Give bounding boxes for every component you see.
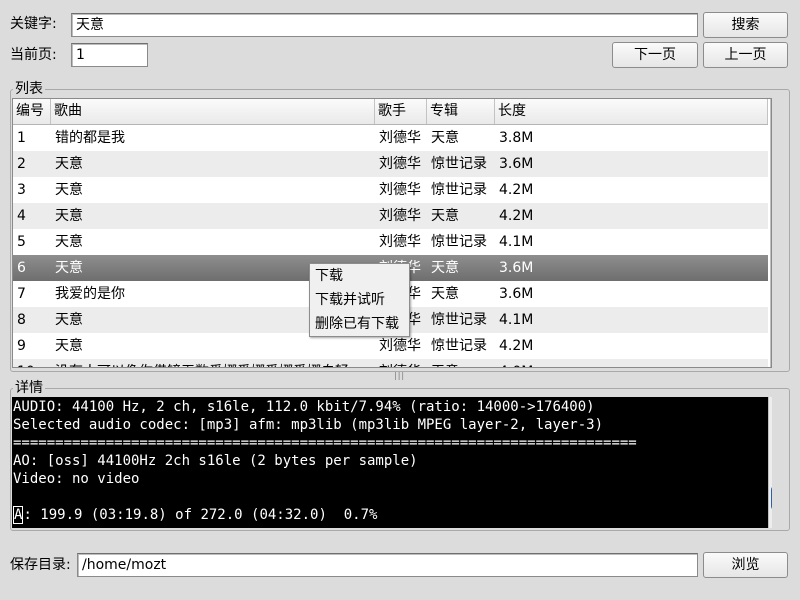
cell-song: 天意 <box>55 208 83 224</box>
column-header-length[interactable]: 长度 <box>495 99 768 124</box>
cell-album: 天意 <box>431 286 459 302</box>
splitter-handle[interactable]: ||| <box>394 371 405 380</box>
browse-button[interactable]: 浏览 <box>703 552 788 578</box>
cell-artist: 刘德华 <box>379 234 421 250</box>
cell-album: 天意 <box>427 359 499 367</box>
page-label: 当前页: <box>10 47 57 63</box>
console-status-text: : 199.9 (03:19.8) of 272.0 (04:32.0) 0.7… <box>23 507 378 523</box>
down-arrow-icon[interactable]: ▼ <box>769 514 772 526</box>
cell-album: 天意 <box>431 260 459 276</box>
cell-length: 3.6M <box>499 286 534 302</box>
cell-number: 9 <box>17 338 26 354</box>
next-page-button[interactable]: 下一页 <box>612 42 698 68</box>
cell-length: 3.6M <box>499 156 534 172</box>
cell-artist: 刘德华 <box>379 208 421 224</box>
up-arrow-icon[interactable]: ▲ <box>771 101 772 113</box>
menu-item-download-and-play[interactable]: 下载并试听 <box>310 288 409 312</box>
console-line: Selected audio codec: [mp3] afm: mp3lib … <box>13 417 604 433</box>
cell-song: 错的都是我 <box>55 130 125 146</box>
cell-song: 天意 <box>55 182 83 198</box>
details-console[interactable]: AUDIO: 44100 Hz, 2 ch, s16le, 112.0 kbit… <box>12 397 772 528</box>
column-header-song[interactable]: 歌曲 <box>51 99 375 124</box>
table-row[interactable]: 10没有人可以像你借镜无数番娜番娜番娜番娜自轻刘德华天意4.0M <box>13 359 768 367</box>
cell-number: 4 <box>17 208 26 224</box>
cell-number: 10 <box>13 359 55 367</box>
cell-number: 3 <box>17 182 26 198</box>
cell-album: 天意 <box>431 130 459 146</box>
menu-item-download[interactable]: 下载 <box>310 264 409 288</box>
list-scrollbar[interactable]: ▲ ▼ <box>770 99 772 367</box>
search-button[interactable]: 搜索 <box>703 12 788 38</box>
list-group-title: 列表 <box>13 81 45 97</box>
column-header-number[interactable]: 编号 <box>13 99 51 124</box>
cell-number: 5 <box>17 234 26 250</box>
cell-length: 4.1M <box>499 312 534 328</box>
table-header: 编号 歌曲 歌手 专辑 长度 <box>13 99 768 125</box>
table-row[interactable]: 1 错的都是我 刘德华 天意 3.8M <box>13 125 768 151</box>
cell-number: 1 <box>17 130 26 146</box>
console-cursor: A <box>13 506 24 524</box>
cell-album: 惊世记录 <box>431 234 487 250</box>
cell-album: 惊世记录 <box>431 156 487 172</box>
cell-length: 4.2M <box>499 338 534 354</box>
cell-number: 6 <box>17 260 26 276</box>
cell-song: 天意 <box>55 156 83 172</box>
table-row[interactable]: 3 天意 刘德华 惊世记录 4.2M <box>13 177 768 203</box>
cell-album: 惊世记录 <box>431 182 487 198</box>
cell-song: 天意 <box>55 234 83 250</box>
console-scroll-thumb[interactable] <box>771 485 772 511</box>
save-dir-input[interactable]: /home/mozt <box>77 553 698 577</box>
context-menu: 下载 下载并试听 删除已有下载 <box>309 263 410 337</box>
table-row[interactable]: 2 天意 刘德华 惊世记录 3.6M <box>13 151 768 177</box>
console-line: ========================================… <box>13 435 637 451</box>
cell-length: 3.6M <box>499 260 534 276</box>
cell-number: 2 <box>17 156 26 172</box>
cell-length: 3.8M <box>499 130 534 146</box>
cell-length: 4.1M <box>499 234 534 250</box>
cell-artist: 刘德华 <box>379 182 421 198</box>
column-header-album[interactable]: 专辑 <box>427 99 495 124</box>
cell-artist: 刘德华 <box>375 359 431 367</box>
cell-number: 8 <box>17 312 26 328</box>
cell-length: 4.2M <box>499 182 534 198</box>
console-line: AUDIO: 44100 Hz, 2 ch, s16le, 112.0 kbit… <box>13 399 595 415</box>
cell-album: 惊世记录 <box>431 312 487 328</box>
cell-length: 4.2M <box>499 208 534 224</box>
console-scrollbar[interactable]: ▲ ▼ <box>768 397 772 528</box>
console-line: Video: no video <box>13 471 140 487</box>
cell-number: 7 <box>17 286 26 302</box>
down-arrow-icon[interactable]: ▼ <box>771 353 772 365</box>
save-dir-label: 保存目录: <box>10 557 71 573</box>
cell-artist: 刘德华 <box>379 156 421 172</box>
keyword-input[interactable]: 天意 <box>71 13 698 37</box>
cell-album: 惊世记录 <box>431 338 487 354</box>
table-row[interactable]: 5 天意 刘德华 惊世记录 4.1M <box>13 229 768 255</box>
prev-page-button[interactable]: 上一页 <box>703 42 788 68</box>
table-row[interactable]: 4 天意 刘德华 天意 4.2M <box>13 203 768 229</box>
menu-item-delete-downloaded[interactable]: 删除已有下载 <box>310 312 409 336</box>
page-input[interactable]: 1 <box>71 43 148 67</box>
cell-length: 4.0M <box>495 359 619 367</box>
details-group-title: 详情 <box>13 380 45 396</box>
up-arrow-icon[interactable]: ▲ <box>769 399 772 411</box>
console-line: AO: [oss] 44100Hz 2ch s16le (2 bytes per… <box>13 453 418 469</box>
cell-song: 没有人可以像你借镜无数番娜番娜番娜番娜自轻 <box>51 359 379 367</box>
console-status-line: A: 199.9 (03:19.8) of 272.0 (04:32.0) 0.… <box>13 506 377 524</box>
cell-album: 天意 <box>431 208 459 224</box>
column-header-artist[interactable]: 歌手 <box>375 99 427 124</box>
keyword-label: 关键字: <box>10 16 57 32</box>
cell-artist: 刘德华 <box>379 130 421 146</box>
